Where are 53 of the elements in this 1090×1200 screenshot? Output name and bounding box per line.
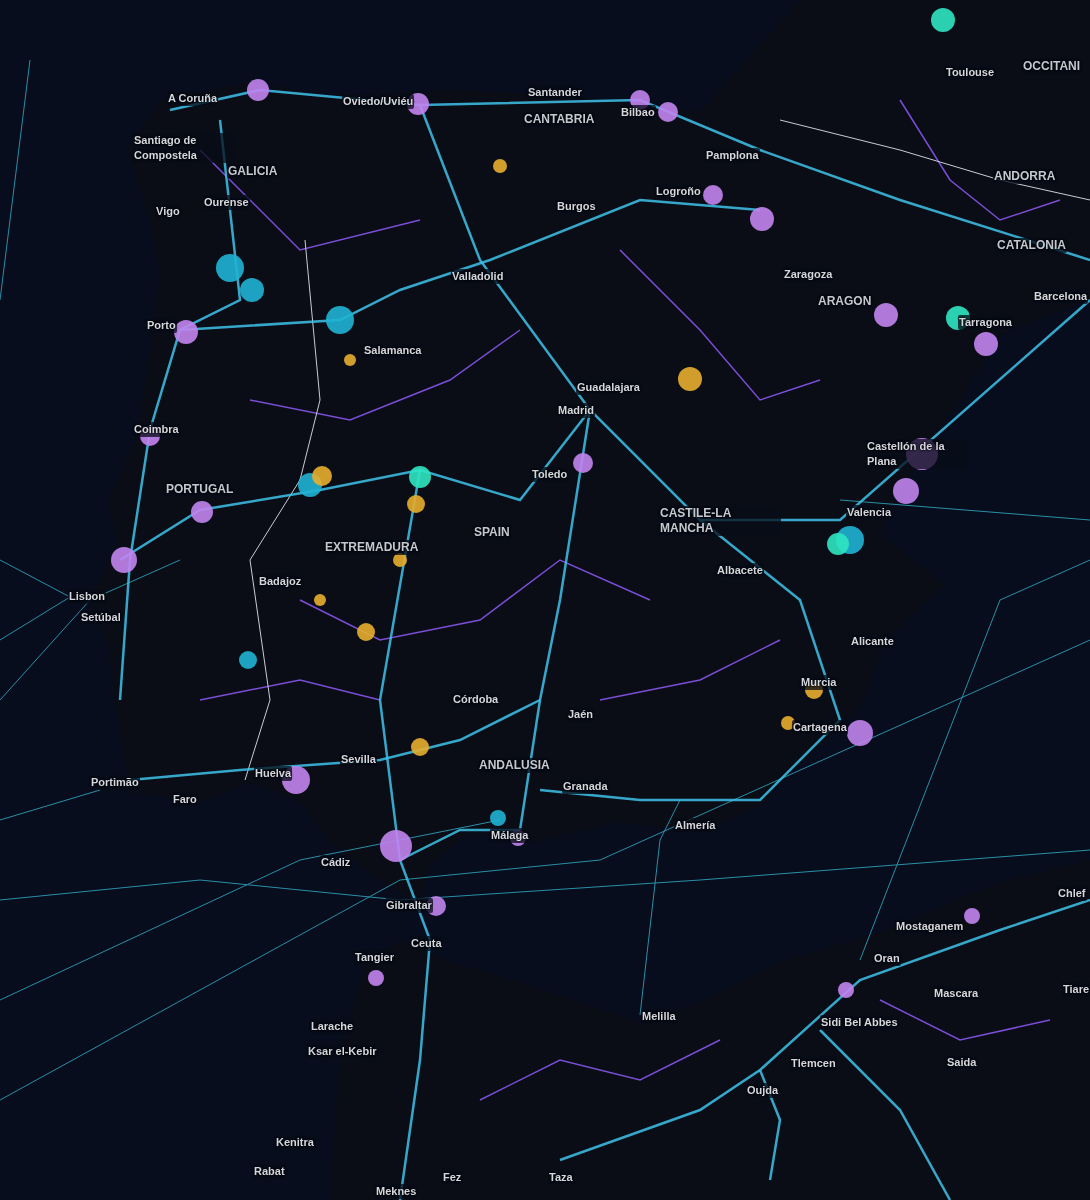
- city-label: Logroño: [655, 184, 702, 199]
- city-label: Sevilla: [340, 752, 377, 767]
- city-label: Castellón de la Plana: [866, 439, 968, 469]
- city-label: Valencia: [846, 505, 893, 520]
- region-label: CASTILE-LA MANCHA: [659, 506, 781, 536]
- city-label: Alicante: [850, 634, 895, 649]
- city-label: Barcelona: [1033, 289, 1089, 304]
- city-label: Rabat: [253, 1164, 286, 1179]
- city-label: Meknes: [375, 1184, 418, 1199]
- region-label: ANDALUSIA: [478, 758, 551, 773]
- city-label: Lisbon: [68, 589, 107, 604]
- city-label: Larache: [310, 1019, 355, 1034]
- city-label: Gibraltar: [385, 898, 433, 913]
- city-label: Oviedo/Uviéu: [342, 94, 415, 109]
- city-label: Faro: [172, 792, 198, 807]
- city-label: Badajoz: [258, 574, 303, 589]
- city-label: Granada: [562, 779, 609, 794]
- city-label: Pamplona: [705, 148, 760, 163]
- city-label: Chlef: [1057, 886, 1087, 901]
- city-label: Vigo: [155, 204, 181, 219]
- city-label: Ourense: [203, 195, 250, 210]
- city-label: Tangier: [354, 950, 395, 965]
- city-label: Cádiz: [320, 855, 352, 870]
- city-label: Kenitra: [275, 1135, 315, 1150]
- region-label: GALICIA: [227, 164, 279, 179]
- city-label: Setúbal: [80, 610, 122, 625]
- region-label: EXTREMADURA: [324, 540, 420, 555]
- city-label: Ksar el-Kebir: [307, 1044, 378, 1059]
- city-label: Melilla: [641, 1009, 677, 1024]
- city-label: Toledo: [531, 467, 569, 482]
- city-label: Santander: [527, 85, 583, 100]
- city-label: Burgos: [556, 199, 597, 214]
- city-label: Huelva: [254, 766, 293, 781]
- city-label: Almería: [674, 818, 717, 833]
- city-label: Málaga: [490, 828, 530, 843]
- city-label: Guadalajara: [576, 380, 641, 395]
- city-label: Oran: [873, 951, 901, 966]
- city-label: Mostaganem: [895, 919, 965, 934]
- city-label: A Coruña: [167, 91, 219, 106]
- city-label: Portimão: [90, 775, 140, 790]
- city-label: Oujda: [746, 1083, 780, 1098]
- city-label: Coimbra: [133, 422, 180, 437]
- city-label: Madrid: [557, 403, 596, 418]
- city-label: Ceuta: [410, 936, 443, 951]
- city-label: Sidi Bel Abbes: [820, 1015, 899, 1030]
- city-label: Valladolid: [451, 269, 505, 284]
- city-label: Murcia: [800, 675, 838, 690]
- region-label: ANDORRA: [993, 169, 1057, 184]
- region-label: CATALONIA: [996, 238, 1067, 253]
- city-label: Zaragoza: [783, 267, 834, 282]
- city-label: Tarragona: [958, 315, 1013, 330]
- city-label: Cartagena: [792, 720, 848, 735]
- city-label: Porto: [146, 318, 177, 333]
